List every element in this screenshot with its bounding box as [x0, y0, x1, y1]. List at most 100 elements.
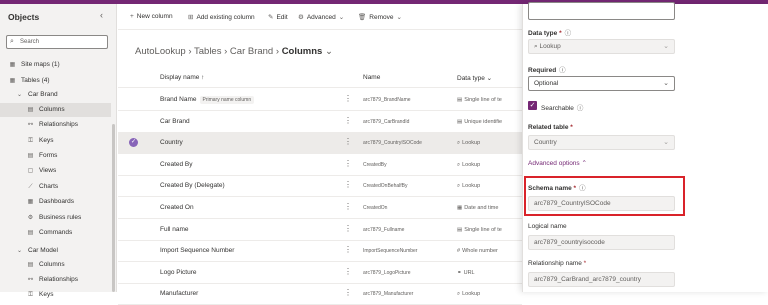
nav-item[interactable]: ⚿ Keys: [0, 288, 111, 302]
table-row[interactable]: ✓ Country ⋮ arc7879_CountryISOCode ⌕ Lookup: [118, 132, 522, 155]
more-options-icon[interactable]: ⋮: [344, 224, 352, 233]
breadcrumb-tables[interactable]: Tables: [194, 46, 221, 57]
required-label-text: Required: [528, 67, 557, 74]
breadcrumb-current: Columns: [281, 46, 323, 57]
more-options-icon[interactable]: ⋮: [344, 116, 352, 125]
nav-item[interactable]: ▤ Forms: [0, 149, 111, 163]
row-display-text: Logo Picture: [160, 268, 197, 276]
info-icon[interactable]: ⓘ: [579, 185, 586, 192]
nav-item[interactable]: ▦ Dashboards: [0, 195, 111, 209]
nav-item[interactable]: ⌄ Car Brand: [0, 88, 111, 102]
edit-button[interactable]: ✎ Edit: [268, 13, 288, 21]
nav-item-label: Dashboards: [39, 198, 75, 205]
table-row[interactable]: Created By (Delegate) ⋮ CreatedOnBehalfBy ⌕…: [118, 175, 522, 198]
row-display-name: Created By: [160, 161, 193, 168]
nav-item[interactable]: ⚿ Keys: [0, 134, 111, 148]
table-row[interactable]: Full name ⋮ arc7879_Fullname ▤ Single line o…: [118, 219, 522, 241]
nav-item-label: Relationships: [39, 276, 79, 283]
data-type-icon: ▤: [457, 97, 463, 103]
edit-label: Edit: [276, 14, 288, 21]
objects-pane: Objects ‹ ⌕ Search ▦ Site maps (1) ▦ Tables…: [0, 4, 117, 298]
advanced-options-toggle[interactable]: Advanced options ⌃: [528, 159, 587, 167]
required-mark: *: [573, 185, 577, 192]
table-row[interactable]: Import Sequence Number ⋮ ImportSequenceNum…: [118, 240, 522, 263]
breadcrumb-app[interactable]: AutoLookup: [135, 46, 186, 57]
new-column-button[interactable]: + New column: [130, 13, 173, 20]
nav-item[interactable]: ▦ Tables (4): [0, 74, 111, 88]
search-input[interactable]: ⌕ Search: [6, 35, 108, 49]
more-options-icon[interactable]: ⋮: [344, 202, 352, 211]
more-options-icon[interactable]: ⋮: [344, 159, 352, 168]
nav-item-icon: ⚿: [28, 138, 33, 144]
check-icon[interactable]: ✓: [129, 138, 138, 148]
nav-item-label: Relationships: [39, 121, 79, 128]
row-name: CreatedOnBehalfBy: [363, 183, 408, 190]
row-name: arc7879_CarBrandId: [363, 118, 410, 125]
relationship-name-value: arc7879_CarBrand_arc7879_country: [534, 276, 641, 283]
nav-item-label: Columns: [39, 261, 65, 268]
table-row[interactable]: Logo Picture ⋮ arc7879_LogoPicture ⚭ URL: [118, 262, 522, 284]
col-data-type-label: Data type: [457, 75, 485, 82]
data-type-select: ⌕ Lookup ⌄: [528, 39, 675, 54]
relationship-name-field: arc7879_CarBrand_arc7879_country: [528, 272, 675, 287]
table-row[interactable]: Manufacturer ⋮ arc7879_Manufacturer ⌕ Lookup: [118, 283, 522, 305]
row-display-name: Import Sequence Number: [160, 247, 234, 254]
row-data-type: ▤ Single line of te: [457, 97, 521, 103]
description-field[interactable]: [528, 2, 675, 20]
table-row[interactable]: Brand Name Primary name column ⋮ arc7879_Br…: [118, 89, 522, 111]
nav-item[interactable]: ▤ Columns: [0, 103, 111, 117]
row-data-type-text: Single line of te: [464, 226, 502, 233]
nav-item-label: Keys: [39, 137, 54, 144]
collapse-pane-icon[interactable]: ‹: [100, 10, 103, 20]
nav-item[interactable]: ⚙ Business rules: [0, 211, 111, 225]
nav-item-icon: ▦: [9, 78, 16, 84]
nav-item[interactable]: ⌄ Car Model: [0, 244, 111, 258]
col-name[interactable]: Name: [363, 74, 380, 81]
nav-item[interactable]: ⚯ Relationships: [0, 118, 111, 132]
col-display-name[interactable]: Display name ↑: [160, 74, 204, 81]
nav-item-label: Keys: [39, 291, 54, 298]
info-icon[interactable]: ⓘ: [559, 67, 566, 74]
chevron-down-icon[interactable]: ⌄: [325, 46, 333, 57]
breadcrumb-table[interactable]: Car Brand: [230, 46, 273, 57]
required-value: Optional: [534, 80, 559, 87]
searchable-checkbox[interactable]: ✓: [528, 101, 537, 110]
nav-item-icon: ▤: [27, 153, 34, 159]
row-data-type-text: Lookup: [462, 183, 481, 190]
remove-button[interactable]: 🗑 Remove ⌄: [358, 13, 405, 21]
table-row[interactable]: Created On ⋮ CreatedOn ▦ Date and time: [118, 197, 522, 219]
nav-item[interactable]: ▢ Views: [0, 164, 111, 178]
nav-item[interactable]: ▤ Columns: [0, 258, 111, 272]
more-options-icon[interactable]: ⋮: [344, 245, 352, 254]
row-name: arc7879_BrandName: [363, 97, 411, 103]
row-data-type-text: Lookup: [462, 161, 481, 168]
nav-item-label: Business rules: [39, 214, 82, 221]
table-row[interactable]: Car Brand ⋮ arc7879_CarBrandId ▤ Unique iden…: [118, 111, 522, 133]
advanced-button[interactable]: ⚙ Advanced ⌄: [298, 13, 347, 21]
more-options-icon[interactable]: ⋮: [344, 94, 352, 103]
more-options-icon[interactable]: ⋮: [344, 267, 352, 276]
info-icon[interactable]: ⓘ: [565, 30, 572, 37]
edit-column-panel: Data type * ⓘ ⌕ Lookup ⌄ Required ⓘ Optiona…: [522, 2, 768, 292]
col-data-type[interactable]: Data type ⌄: [457, 74, 492, 82]
nav-item[interactable]: ▤ Commands: [0, 226, 111, 240]
logical-name-field: arc7879_countryisocode: [528, 235, 675, 250]
relationship-name-label: Relationship name *: [528, 260, 586, 267]
nav-scrollbar[interactable]: [112, 124, 115, 292]
nav-item-icon: ⌄: [16, 248, 23, 254]
more-options-icon[interactable]: ⋮: [344, 288, 352, 297]
add-existing-column-button[interactable]: ⊞ Add existing column: [188, 13, 255, 21]
nav-item[interactable]: ▦ Site maps (1): [0, 58, 111, 72]
required-select[interactable]: Optional ⌄: [528, 76, 675, 91]
table-row[interactable]: Created By ⋮ CreatedBy ⌕ Lookup: [118, 154, 522, 176]
row-data-type-text: Lookup: [462, 291, 481, 298]
nav-item-label: Car Model: [28, 247, 58, 254]
info-icon[interactable]: ⓘ: [577, 105, 584, 112]
nav-item[interactable]: ⚯ Relationships: [0, 273, 111, 287]
more-options-icon[interactable]: ⋮: [344, 180, 352, 189]
nav-item[interactable]: ⟋ Charts: [0, 180, 111, 194]
related-table-label: Related table *: [528, 124, 573, 131]
row-data-type-text: Whole number: [462, 248, 498, 255]
row-name: arc7879_Fullname: [363, 226, 405, 233]
more-options-icon[interactable]: ⋮: [344, 137, 352, 146]
